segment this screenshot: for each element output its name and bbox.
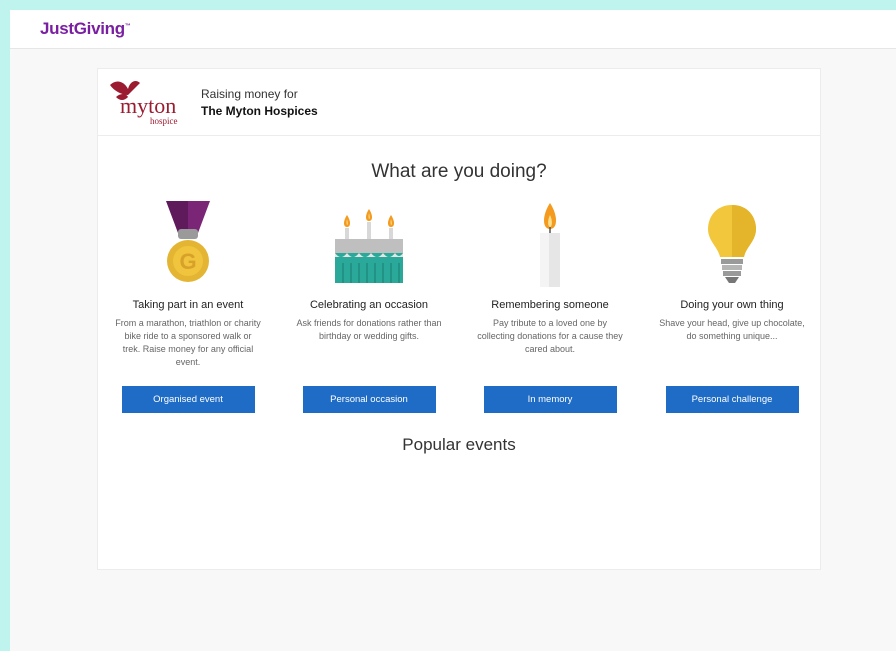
myton-logo-word: myton xyxy=(120,93,176,118)
logo-trademark: ™ xyxy=(124,23,131,30)
option-title: Celebrating an occasion xyxy=(309,299,429,311)
in-memory-button[interactable]: In memory xyxy=(483,386,617,413)
option-taking-part: G Taking part in an event From a maratho… xyxy=(103,199,273,413)
svg-text:G: G xyxy=(179,249,196,274)
logo-text: JustGiving xyxy=(40,19,125,38)
personal-occasion-button[interactable]: Personal occasion xyxy=(302,386,436,413)
medal-icon: G xyxy=(166,201,210,282)
personal-challenge-button[interactable]: Personal challenge xyxy=(665,386,799,413)
window-frame-left xyxy=(0,0,10,651)
organised-event-button[interactable]: Organised event xyxy=(121,386,255,413)
option-celebrating: Celebrating an occasion Ask friends for … xyxy=(284,199,454,413)
option-description: Pay tribute to a loved one by collecting… xyxy=(477,318,623,354)
top-navigation-bar: JustGiving™ xyxy=(10,10,896,49)
option-description: Shave your head, give up chocolate, do s… xyxy=(659,318,805,341)
myton-logo-sub: hospice xyxy=(150,116,178,126)
option-remembering: Remembering someone Pay tribute to a lov… xyxy=(465,199,635,413)
myton-hospice-logo: myton hospice xyxy=(110,81,178,126)
charity-name: The Myton Hospices xyxy=(201,104,318,118)
charity-banner: myton hospice Raising money for The Myto… xyxy=(98,69,820,136)
birthday-cake-icon xyxy=(335,209,403,283)
create-page-card: myton hospice Raising money for The Myto… xyxy=(97,68,821,570)
page-question-heading: What are you doing? xyxy=(371,160,547,182)
option-description: From a marathon, triathlon or charity bi… xyxy=(115,318,261,367)
candle-icon xyxy=(540,203,560,287)
popular-events-heading: Popular events xyxy=(402,435,516,454)
option-title: Taking part in an event xyxy=(132,299,244,311)
option-own-thing: Doing your own thing Shave your head, gi… xyxy=(647,199,817,413)
option-title: Doing your own thing xyxy=(680,299,784,311)
raising-money-label: Raising money for xyxy=(201,87,298,101)
window-frame-top xyxy=(0,0,896,10)
option-description: Ask friends for donations rather than bi… xyxy=(296,318,442,341)
lightbulb-icon xyxy=(708,205,756,283)
justgiving-logo[interactable]: JustGiving™ xyxy=(40,19,131,39)
option-title: Remembering someone xyxy=(491,299,609,311)
